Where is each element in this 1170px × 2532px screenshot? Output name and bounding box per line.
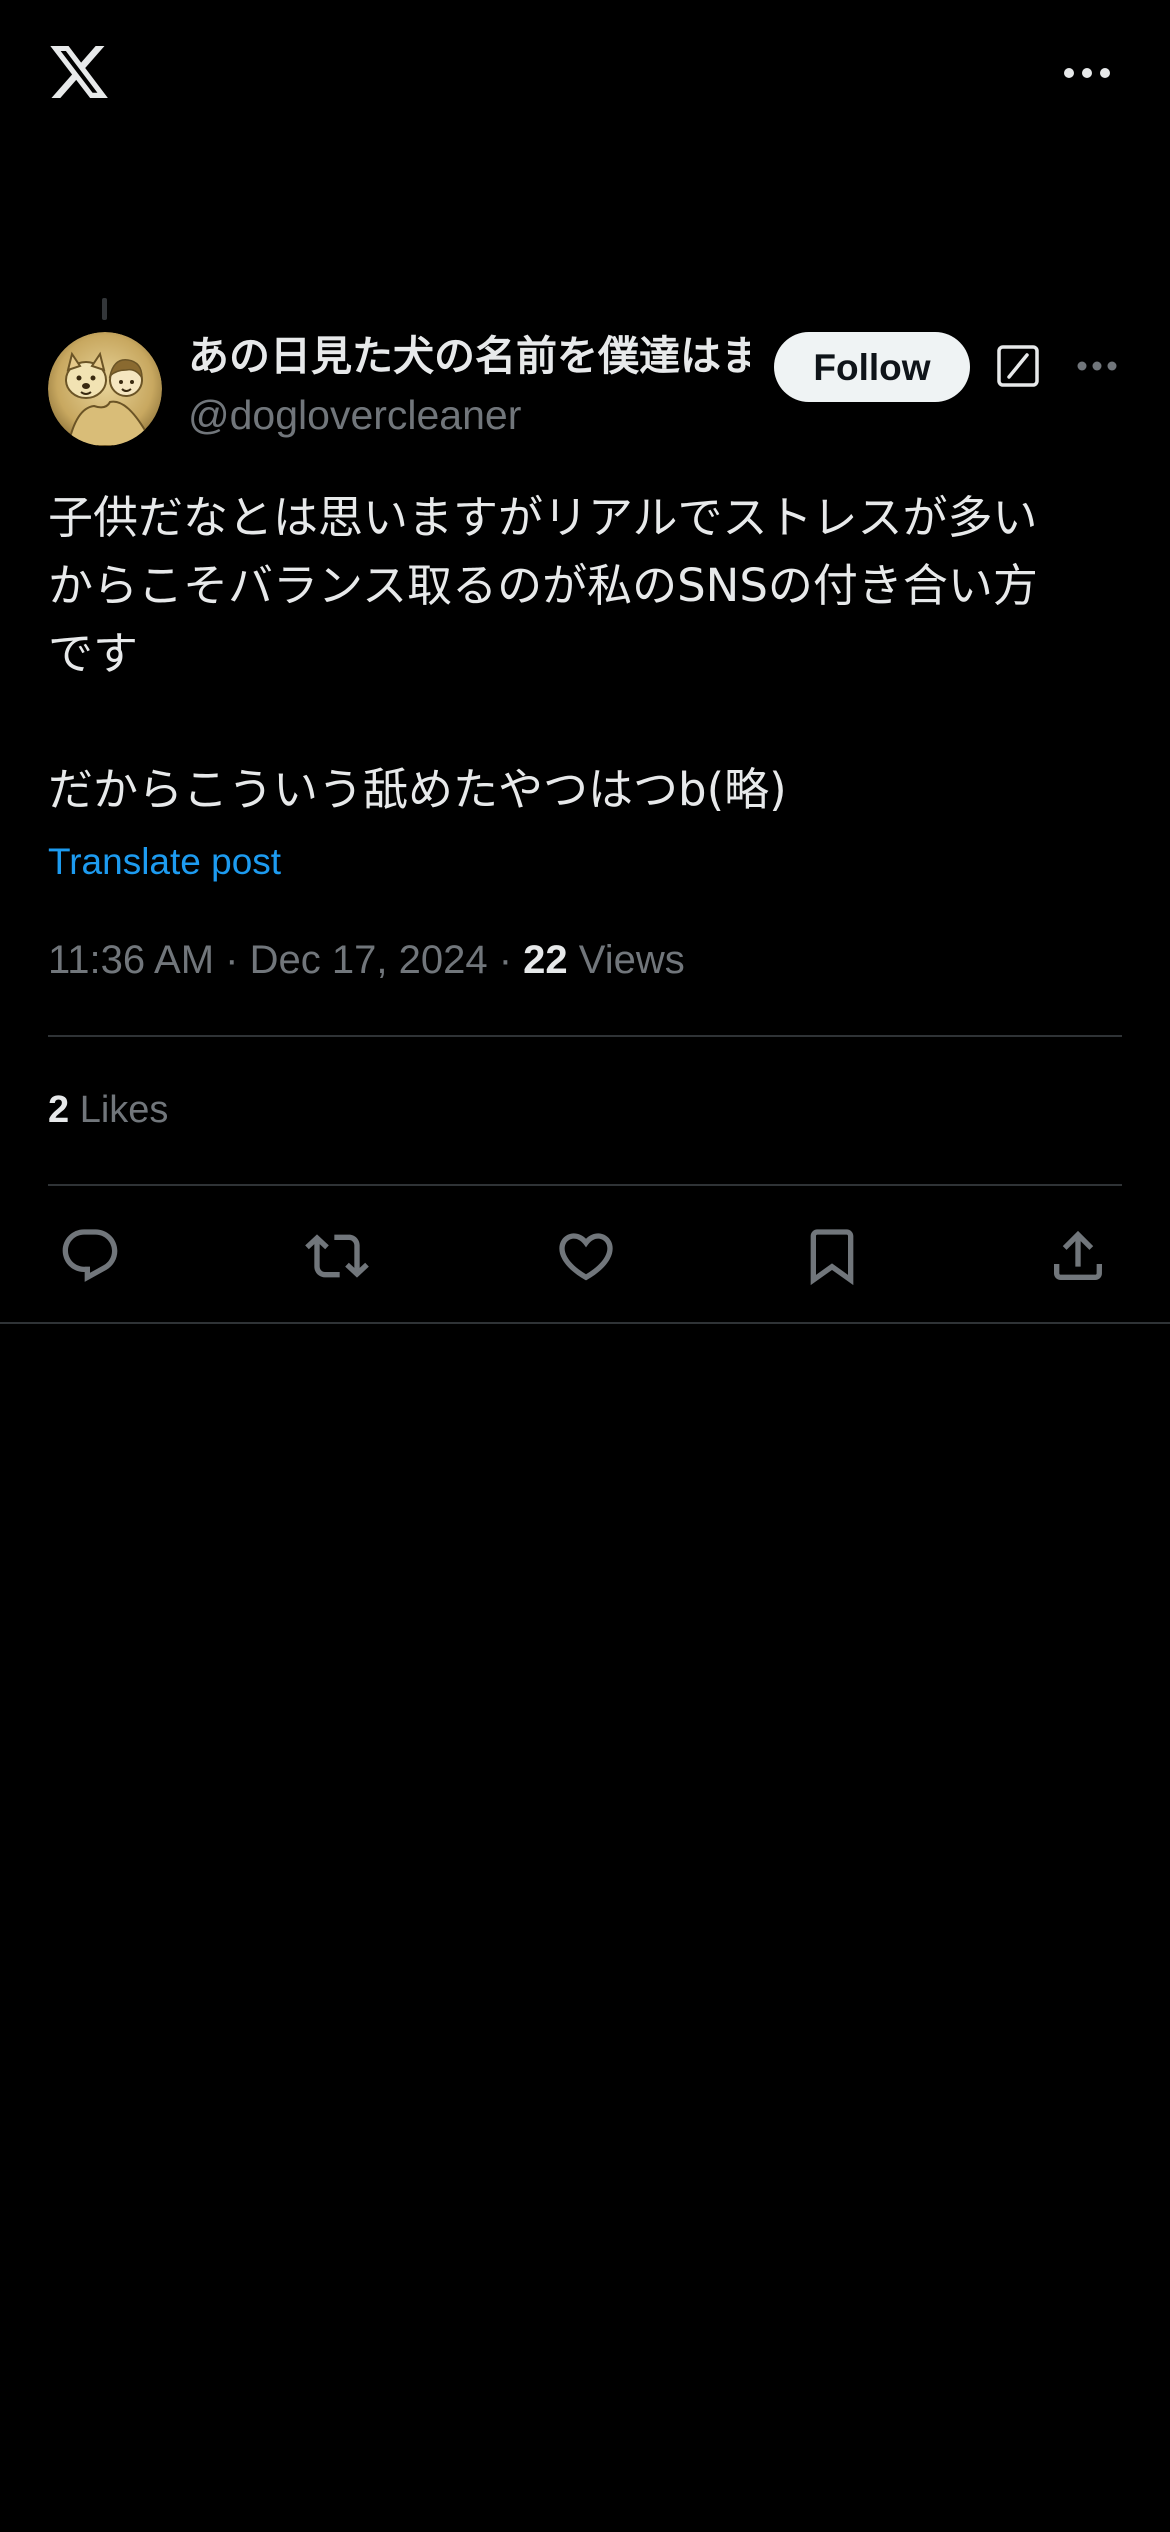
thread-connector [102, 298, 107, 320]
post-date[interactable]: Dec 17, 2024 [250, 938, 488, 982]
divider [48, 1184, 1122, 1186]
likes-count: 2 [48, 1089, 70, 1131]
share-icon[interactable] [1046, 1224, 1110, 1288]
views-label: Views [578, 938, 685, 982]
meta-separator: · [225, 938, 250, 982]
reply-icon[interactable] [58, 1224, 122, 1288]
translate-post-link[interactable]: Translate post [48, 834, 281, 890]
likes-label: Likes [79, 1089, 169, 1131]
bookmark-icon[interactable] [800, 1224, 864, 1288]
dog-avatar-icon[interactable] [48, 332, 162, 446]
repost-icon[interactable] [305, 1224, 369, 1288]
post-detail-page: あの日見た犬の名前を僕達はまだ知らない @doglovercleaner Fol… [0, 0, 1170, 2532]
divider [48, 1035, 1122, 1037]
x-logo-icon[interactable] [46, 40, 112, 104]
grok-icon[interactable] [996, 344, 1040, 388]
post-metadata: 11:36 AM · Dec 17, 2024 · 22 Views [48, 930, 685, 990]
more-horizontal-icon[interactable] [1076, 354, 1118, 378]
more-horizontal-icon[interactable] [1062, 58, 1112, 88]
likes-stat[interactable]: 2 Likes [48, 1080, 168, 1140]
author-display-name[interactable]: あの日見た犬の名前を僕達はまだ知らない [188, 328, 750, 384]
post-text: 子供だなとは思いますがリアルでストレスが多い からこそバランス取るのが私のSNS… [48, 491, 1038, 816]
meta-separator: · [498, 938, 524, 982]
views-count: 22 [523, 938, 568, 982]
like-icon[interactable] [554, 1224, 618, 1288]
author-handle[interactable]: @doglovercleaner [188, 388, 521, 442]
post-time[interactable]: 11:36 AM [48, 938, 214, 982]
follow-button[interactable]: Follow [774, 332, 970, 402]
divider [0, 1322, 1170, 1324]
top-bar [0, 0, 1170, 150]
